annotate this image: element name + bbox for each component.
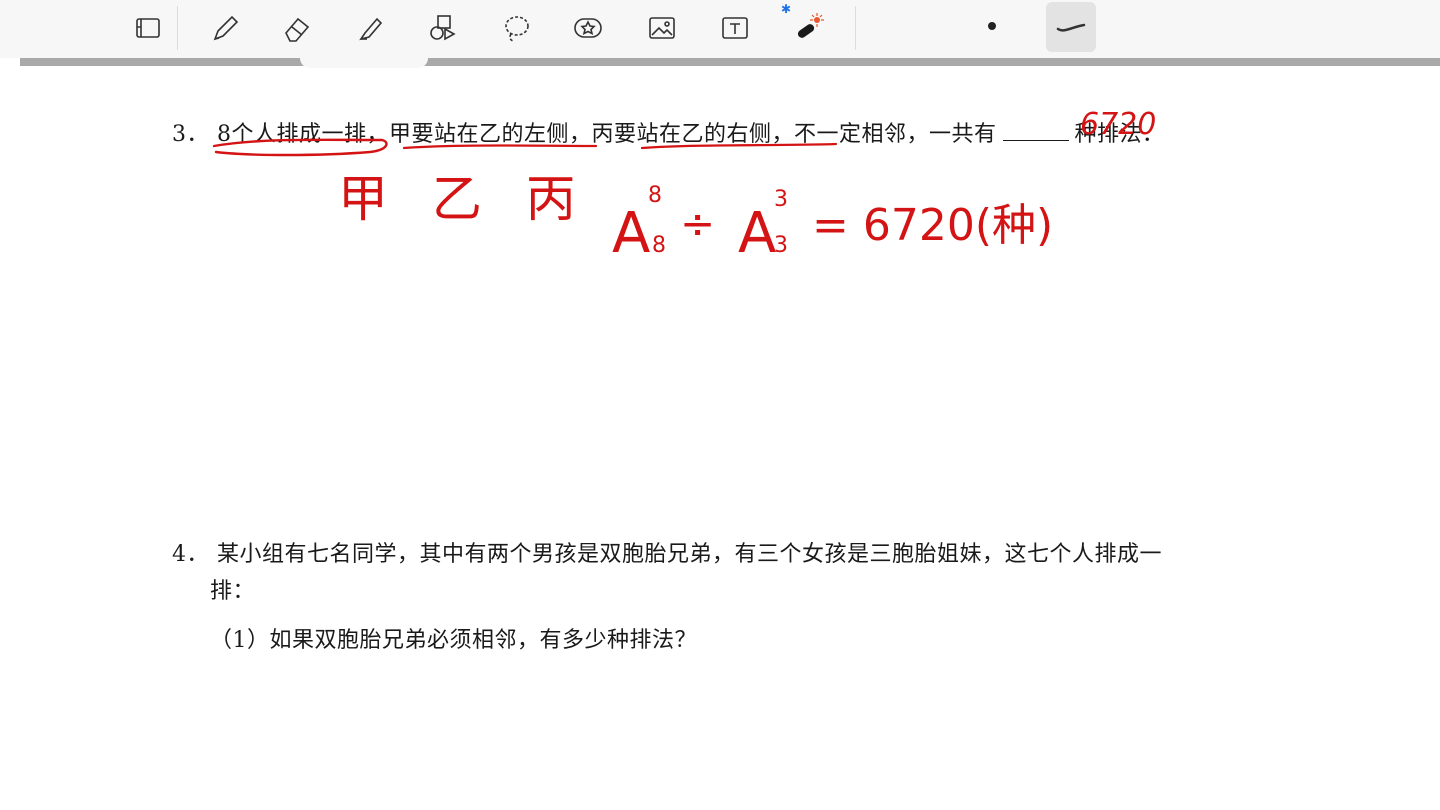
- scroll-notch: [300, 58, 428, 68]
- question-number: 3．: [172, 122, 209, 147]
- shapes-tool-button[interactable]: [420, 8, 464, 48]
- question-4: 4． 某小组有七名同学，其中有两个男孩是双胞胎兄弟，有三个女孩是三胞胎姐妹，这七个…: [172, 536, 1162, 568]
- shapes-icon: [430, 15, 456, 41]
- ink-formula-sup1: 8: [648, 183, 662, 208]
- text-tool-button[interactable]: [713, 8, 757, 48]
- question-4-continuation: 排：: [210, 579, 256, 604]
- ink-formula-a1: A: [612, 201, 650, 266]
- ink-formula-sub1: 8: [652, 233, 666, 258]
- question-text: 8个人排成一排，甲要站在乙的左侧，丙要站在乙的右侧，不一定相邻，一共有: [217, 122, 997, 147]
- sticker-tool-button[interactable]: [566, 8, 610, 48]
- toolbar-separator: [855, 6, 856, 50]
- laser-pointer-icon: [797, 13, 824, 38]
- question-3: 3． 8个人排成一排，甲要站在乙的左侧，丙要站在乙的右侧，不一定相邻，一共有 种排法…: [172, 116, 1165, 148]
- image-icon: [649, 17, 675, 39]
- eraser-icon: [285, 17, 310, 42]
- highlighter-icon: [359, 17, 383, 41]
- eraser-tool-button[interactable]: [275, 8, 319, 48]
- horizontal-scrollbar[interactable]: [20, 58, 1440, 66]
- page-view-button[interactable]: [126, 8, 170, 48]
- ink-formula-sub2: 3: [774, 233, 788, 258]
- pen-tool-button[interactable]: [202, 8, 246, 48]
- question-4-subquestion-1: （1）如果双胞胎兄弟必须相邻，有多少种排法？: [210, 628, 697, 653]
- toolbar-separator: [177, 6, 178, 50]
- pen-size-button[interactable]: [988, 22, 996, 30]
- stroke-style-icon: [1056, 23, 1086, 32]
- page-view-icon: [136, 18, 160, 38]
- ink-names: 甲 乙 丙: [338, 170, 590, 228]
- sticker-icon: [574, 18, 602, 38]
- ink-formula-sup2: 3: [774, 187, 788, 212]
- toolbar: ✱: [0, 0, 1440, 58]
- question-text-end: 种排法．: [1074, 122, 1165, 147]
- lasso-icon: [505, 16, 529, 42]
- ink-formula-a2: A: [738, 201, 776, 266]
- pen-icon: [213, 15, 239, 41]
- laser-pointer-button[interactable]: [786, 8, 830, 48]
- highlighter-tool-button[interactable]: [348, 8, 392, 48]
- ink-formula-result: = 6720(种): [812, 200, 1053, 251]
- question-text: 某小组有七名同学，其中有两个男孩是双胞胎兄弟，有三个女孩是三胞胎姐妹，这七个人排…: [217, 542, 1163, 567]
- text-icon: [722, 17, 748, 39]
- image-tool-button[interactable]: [640, 8, 684, 48]
- pen-style-button[interactable]: [1046, 2, 1096, 52]
- answer-blank[interactable]: [1002, 122, 1069, 141]
- ink-formula-div: ÷: [680, 199, 715, 248]
- question-number: 4．: [172, 542, 209, 567]
- bluetooth-icon: ✱: [781, 2, 792, 16]
- lasso-tool-button[interactable]: [494, 8, 538, 48]
